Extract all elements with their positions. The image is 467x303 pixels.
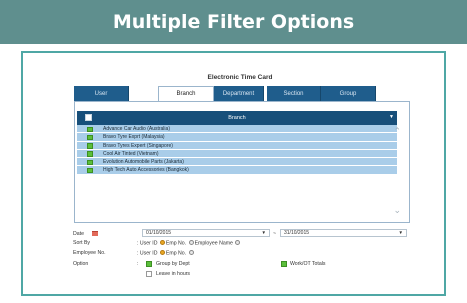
row-label: Bravo Tyre Exprt (Malaysia) — [103, 134, 165, 141]
table-row[interactable]: Bravo Tyre Exprt (Malaysia) — [77, 133, 397, 142]
sort-by-label: Sort By — [73, 240, 91, 246]
empno-user-id-label: : User ID — [137, 250, 158, 257]
date-from-value: 01/10/2015 — [146, 230, 172, 236]
row-label: Cool Air Tinted (Vietnam) — [103, 150, 159, 157]
table-row[interactable]: High Tech Auto Accessories (Bangkok) — [77, 166, 397, 175]
date-separator: ~ — [273, 231, 277, 237]
grid-header-label: Branch — [228, 115, 246, 121]
work-ot-totals-label: Work/OT Totals — [290, 261, 326, 267]
date-from-select[interactable]: 01/10/2015 ▼ — [142, 229, 270, 237]
employee-no-label: Employee No. — [73, 250, 106, 256]
row-label: Bravo Tyres Expert (Singapore) — [103, 142, 173, 149]
date-to-value: 31/10/2015 — [284, 230, 310, 236]
option-label: Option — [73, 261, 89, 267]
sort-employee-name-radio[interactable] — [188, 240, 194, 245]
work-ot-totals-checkbox[interactable] — [281, 261, 287, 267]
tab-group[interactable]: Group — [321, 86, 376, 101]
sort-user-id-label: : User ID — [137, 240, 158, 247]
chevron-down-icon: ▼ — [261, 230, 266, 235]
sort-emp-no-label: Emp No. — [165, 240, 187, 247]
table-row[interactable]: Cool Air Tinted (Vietnam) — [77, 149, 397, 159]
row-checkbox[interactable] — [87, 159, 93, 166]
grid-header: Branch ▼ — [77, 111, 397, 125]
option-colon: : — [137, 261, 139, 267]
sort-emp-no-radio[interactable] — [159, 240, 165, 245]
date-label: Date — [73, 231, 84, 237]
group-by-dept-label: Group by Dept — [156, 261, 190, 267]
leave-in-hours-label: Leave in hours — [156, 271, 191, 277]
row-label: Advance Car Audio (Australia) — [103, 126, 170, 132]
tab-department[interactable]: Department — [214, 86, 264, 101]
group-by-dept-checkbox[interactable] — [146, 261, 152, 267]
leave-in-hours-checkbox[interactable] — [146, 271, 152, 277]
branch-grid: Branch ▼ Advance Car Audio (Australia) B… — [74, 101, 410, 223]
banner-title: Multiple Filter Options — [0, 0, 467, 44]
empno-emp-no-radio[interactable] — [188, 250, 194, 255]
table-row[interactable]: Bravo Tyres Expert (Singapore) — [77, 141, 397, 150]
employee-no-options: : User ID Emp No. — [137, 250, 195, 257]
empno-user-id-radio[interactable] — [159, 250, 165, 255]
tab-user[interactable]: User — [74, 86, 129, 101]
row-label: High Tech Auto Accessories (Bangkok) — [103, 167, 189, 174]
empno-emp-no-label: Emp No. — [165, 250, 187, 257]
row-label: Evolution Automobile Parts (Jakarta) — [103, 159, 184, 166]
chevron-down-icon: ▼ — [398, 230, 403, 235]
grid-rows: Advance Car Audio (Australia) Bravo Tyre… — [77, 125, 397, 175]
dialog-title: Electronic Time Card — [207, 74, 273, 81]
tab-branch[interactable]: Branch — [158, 86, 214, 101]
sort-caret-icon[interactable]: ▼ — [389, 114, 394, 120]
scroll-down-chevron-icon[interactable]: ⌄ — [393, 206, 401, 216]
row-checkbox[interactable] — [87, 126, 93, 132]
table-row[interactable]: Advance Car Audio (Australia) — [77, 125, 397, 134]
row-checkbox[interactable] — [87, 167, 93, 174]
row-checkbox[interactable] — [87, 134, 93, 141]
calendar-icon[interactable] — [92, 231, 98, 236]
date-to-select[interactable]: 31/10/2015 ▼ — [280, 229, 407, 237]
sort-extra-radio[interactable] — [235, 240, 241, 245]
scroll-up-chevron-icon[interactable]: ⌃ — [393, 127, 401, 137]
tab-section[interactable]: Section — [267, 86, 321, 101]
table-row[interactable]: Evolution Automobile Parts (Jakarta) — [77, 158, 397, 167]
sort-by-options: : User ID Emp No. Employee Name — [137, 240, 241, 247]
row-checkbox[interactable] — [87, 151, 93, 157]
sort-employee-name-label: Employee Name — [194, 240, 233, 247]
row-checkbox[interactable] — [87, 143, 93, 149]
